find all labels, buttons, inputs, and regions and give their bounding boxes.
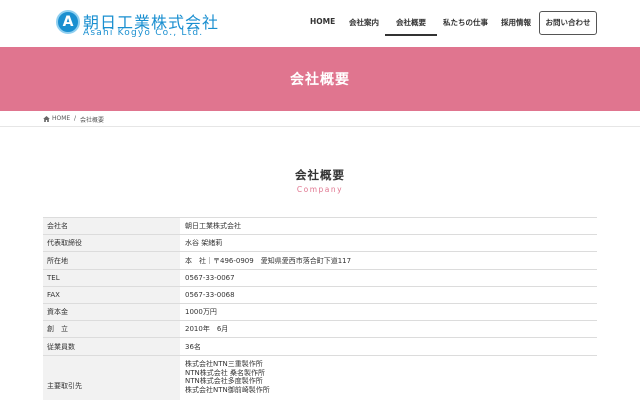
client-name: NTN株式会社 桑名製作所 <box>185 368 265 377</box>
breadcrumb-separator: / <box>74 115 77 122</box>
page-hero-banner: 会社概要 <box>0 47 640 111</box>
client-name: 株式会社NTN三重製作所 <box>185 360 263 368</box>
row-label: 所在地 <box>43 252 180 269</box>
row-value: 本 社｜〒496-0909 愛知県愛西市落合町下道117 <box>185 256 352 265</box>
row-value: 0567-33-0067 <box>185 274 235 282</box>
row-label: 創 立 <box>43 321 180 337</box>
nav-item-company-overview[interactable]: 会社概要 <box>385 17 437 36</box>
row-value: 水谷 架緒莉 <box>185 239 223 247</box>
page-title: 会社概要 <box>290 72 350 88</box>
table-row: 創 立 2010年 6月 <box>43 321 597 338</box>
breadcrumb: HOME / 会社概要 <box>0 111 640 127</box>
company-logo[interactable]: A 朝日工業株式会社 Asahi Kogyo Co., Ltd. <box>56 10 218 38</box>
contact-button[interactable]: お問い合わせ <box>539 11 597 35</box>
row-value: 1000万円 <box>185 308 217 316</box>
logo-company-name-en: Asahi Kogyo Co., Ltd. <box>83 28 204 38</box>
table-row: 主要取引先 株式会社NTN三重製作所 NTN株式会社 桑名製作所 NTN株式会社… <box>43 356 597 400</box>
row-label: 資本金 <box>43 304 180 320</box>
home-icon[interactable] <box>43 116 50 122</box>
section-subtitle: Company <box>296 185 344 194</box>
row-value: 朝日工業株式会社 <box>185 222 241 230</box>
table-row: 代表取締役 水谷 架緒莉 <box>43 235 597 252</box>
table-row: FAX 0567-33-0068 <box>43 287 597 304</box>
table-row: 所在地 本 社｜〒496-0909 愛知県愛西市落合町下道117 <box>43 252 597 270</box>
row-label: 代表取締役 <box>43 235 180 251</box>
breadcrumb-home-link[interactable]: HOME <box>52 115 70 122</box>
nav-item-our-work[interactable]: 私たちの仕事 <box>443 17 488 28</box>
table-row: 資本金 1000万円 <box>43 304 597 321</box>
nav-item-recruit[interactable]: 採用情報 <box>501 17 531 28</box>
row-value-list: 株式会社NTN三重製作所 NTN株式会社 桑名製作所 NTN株式会社多度製作所 … <box>180 356 597 400</box>
table-row: 会社名 朝日工業株式会社 <box>43 218 597 235</box>
row-label: 主要取引先 <box>43 356 180 400</box>
table-row: 従業員数 36名 <box>43 338 597 356</box>
client-name: 株式会社NTN御前崎製作所 <box>185 385 270 394</box>
company-info-table: 会社名 朝日工業株式会社 代表取締役 水谷 架緒莉 所在地 本 社｜〒496-0… <box>43 217 597 400</box>
row-label: FAX <box>43 287 180 303</box>
row-label: 従業員数 <box>43 338 180 355</box>
table-row: TEL 0567-33-0067 <box>43 270 597 287</box>
nav-item-home[interactable]: HOME <box>310 17 335 26</box>
section-title: 会社概要 <box>295 168 345 182</box>
breadcrumb-current: 会社概要 <box>80 117 105 124</box>
row-label: 会社名 <box>43 218 180 234</box>
row-value: 2010年 6月 <box>185 325 229 333</box>
logo-badge-icon: A <box>56 10 80 34</box>
row-value: 36名 <box>185 342 201 351</box>
site-header: A 朝日工業株式会社 Asahi Kogyo Co., Ltd. HOME 会社… <box>0 0 640 47</box>
nav-item-company-guide[interactable]: 会社案内 <box>349 17 379 28</box>
row-value: 0567-33-0068 <box>185 291 235 299</box>
client-name: NTN株式会社多度製作所 <box>185 377 263 386</box>
row-label: TEL <box>43 270 180 286</box>
